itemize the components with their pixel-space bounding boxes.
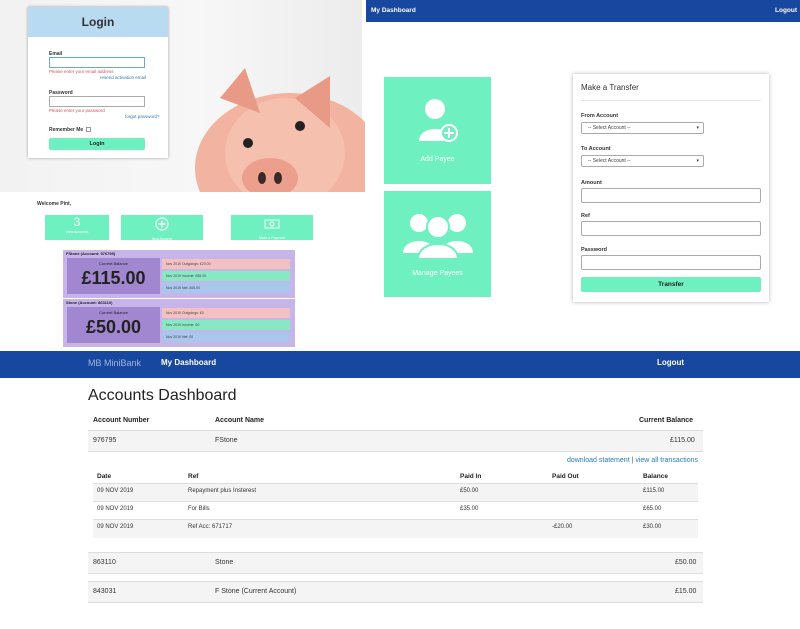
column-header: Paid In [460,473,482,480]
balance-panel: Current Balance £115.00 [67,258,160,294]
manage-payees-tile[interactable]: Manage Payees [384,191,491,297]
net-row: Nov 2019 Net: £0 [162,332,290,342]
add-user-icon [418,99,458,142]
remember-me-label: Remember Me [49,127,84,133]
amount-field[interactable] [581,188,761,203]
plus-circle-icon [155,217,169,231]
login-button[interactable]: Login [49,138,145,150]
account-number: 843031 [93,588,117,595]
remember-me-checkbox[interactable] [86,127,91,132]
transfer-form: Make a Transfer From Account -- Select A… [573,74,769,302]
logout-link[interactable]: Logout [775,7,797,14]
page-title: Accounts Dashboard [88,387,237,404]
users-group-icon [402,214,473,260]
income-row: Nov 2019 Income: £85.00 [162,271,290,281]
welcome-message: Welcome Pint, [37,201,72,207]
download-statement-link[interactable]: download statement [567,457,630,464]
income-row: Nov 2019 Income: £0 [162,320,290,330]
password-label: Password [581,247,607,253]
account-number: 976795 [93,437,117,444]
transaction-row [93,484,698,502]
account-balance: £115.00 [670,437,695,444]
account-balance: £50.00 [675,559,697,566]
net-row: Nov 2019 Net: £65.00 [162,283,290,293]
logout-link[interactable]: Logout [657,358,684,367]
forgot-password-link[interactable]: forgot password? [125,114,160,119]
to-account-select[interactable]: -- Select Account -- ▾ [581,155,704,167]
transfer-title: Make a Transfer [581,83,639,92]
from-account-select[interactable]: -- Select Account -- ▾ [581,122,704,134]
column-header: Current Balance [639,417,694,424]
outgoings-row: Nov 2019 Outgoings: £0 [162,308,290,318]
ref-label: Ref [581,213,590,219]
email-field[interactable] [49,57,145,68]
account-balance: £15.00 [675,588,697,595]
top-navbar [366,0,800,22]
account-name: Stone [215,559,234,566]
column-header: Account Name [215,417,265,424]
login-card: Login Email Please enter your email addr… [28,7,168,158]
account-summary-card: FStone (Account: 976795) Current Balance… [63,250,295,298]
divider [88,602,703,603]
account-name: F Stone (Current Account) [215,588,297,595]
nav-brand[interactable]: MB MiniBank [88,358,141,368]
statement-links: download statement | view all transactio… [566,457,698,464]
divider [88,573,703,574]
view-all-transactions-link[interactable]: view all transactions [635,457,698,464]
password-error: Please enter your password [49,108,105,113]
from-account-label: From Account [581,113,619,119]
resend-activation-link[interactable]: resend activation email [100,75,146,80]
column-header: Ref [188,473,199,480]
ref-field[interactable] [581,221,761,236]
email-error: Please enter your email address [49,69,114,74]
login-title: Login [28,7,168,37]
nav-my-dashboard[interactable]: My Dashboard [161,358,216,367]
account-summary-card: Stone (Account: 863110) Current Balance … [63,299,295,347]
account-name: FStone [215,437,238,444]
view-accounts-tile[interactable]: 3 View Accounts [45,215,109,240]
transaction-row [93,520,698,538]
nav-brand[interactable]: My Dashboard [371,7,416,14]
table-row[interactable] [88,582,703,602]
chevron-down-icon: ▾ [696,158,699,164]
divider [581,100,761,101]
divider [93,501,698,502]
password-field[interactable] [581,255,761,270]
outgoings-row: Nov 2019 Outgoings: £20.00 [162,259,290,269]
new-account-tile[interactable]: New Account [121,215,203,241]
add-payee-tile[interactable]: Add Payee [384,77,491,184]
chevron-down-icon: ▾ [696,125,699,131]
table-row[interactable] [88,553,703,573]
account-count: 3 [73,215,81,229]
column-header: Balance [643,473,668,480]
piggy-bank-image [195,68,365,192]
to-account-label: To Account [581,146,611,152]
transfer-button[interactable]: Transfer [581,277,761,292]
table-row[interactable] [88,431,703,451]
money-icon [264,219,280,229]
make-payment-tile[interactable]: Make a Payment [231,215,313,240]
column-header: Date [97,473,112,480]
amount-label: Amount [581,180,602,186]
divider [88,451,703,452]
balance-panel: Current Balance £50.00 [67,307,160,343]
column-header: Account Number [93,417,150,424]
column-header: Paid Out [552,473,579,480]
password-field[interactable] [49,96,145,107]
account-number: 863110 [93,559,116,566]
